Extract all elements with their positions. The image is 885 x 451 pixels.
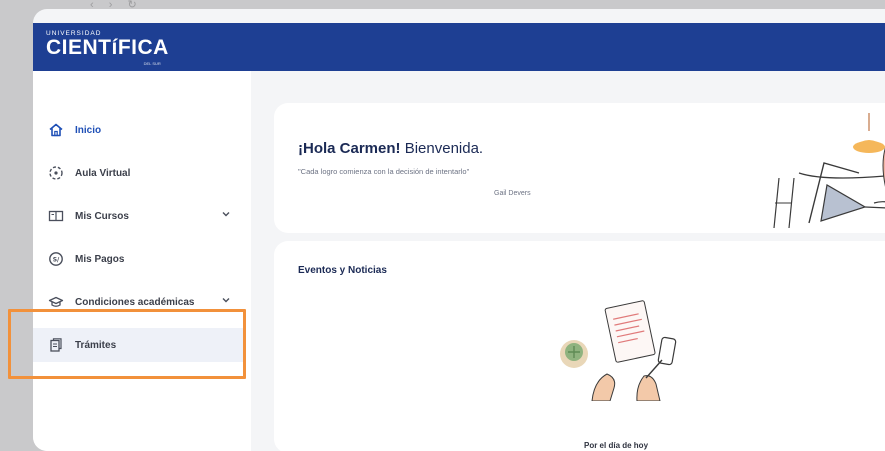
app-window: UNIVERSIDAD CIENTíFICA DEL SUR Inicio Au…	[33, 9, 885, 451]
quote-author: Gail Devers	[494, 190, 531, 197]
sidebar-item-label: Mis Pagos	[75, 253, 125, 265]
sidebar-item-mis-cursos[interactable]: Mis Cursos	[33, 199, 243, 233]
payment-icon: S/	[47, 250, 65, 268]
virtual-classroom-icon	[47, 164, 65, 182]
greeting-rest: Bienvenida.	[400, 140, 484, 157]
events-title: Eventos y Noticias	[298, 265, 387, 276]
welcome-card: ¡Hola Carmen! Bienvenida. "Cada logro co…	[274, 103, 885, 233]
logo-name: CIENTíFICA	[46, 36, 169, 59]
sidebar-item-label: Condiciones académicas	[75, 296, 195, 308]
person-laptop-illustration	[773, 113, 885, 229]
sidebar-item-label: Inicio	[75, 124, 102, 136]
chevron-down-icon[interactable]	[221, 210, 231, 221]
university-logo[interactable]: UNIVERSIDAD CIENTíFICA DEL SUR	[46, 30, 169, 66]
home-icon	[47, 121, 65, 139]
sidebar-item-inicio[interactable]: Inicio	[33, 113, 243, 147]
top-bar: UNIVERSIDAD CIENTíFICA DEL SUR	[33, 23, 885, 71]
logo-tag: DEL SUR	[143, 61, 161, 66]
tramites-highlight-box	[8, 309, 246, 379]
document-signing-illustration	[560, 300, 677, 401]
sidebar-item-label: Aula Virtual	[75, 167, 131, 179]
greeting-name: ¡Hola Carmen!	[298, 140, 401, 157]
welcome-quote: "Cada logro comienza con la decisión de …	[298, 167, 470, 176]
welcome-greeting: ¡Hola Carmen! Bienvenida.	[298, 140, 483, 157]
events-card: Eventos y Noticias Por el día de hoy	[274, 241, 885, 451]
sidebar-item-aula-virtual[interactable]: Aula Virtual	[33, 156, 243, 190]
sidebar-item-mis-pagos[interactable]: S/ Mis Pagos	[33, 242, 243, 276]
events-empty-caption: Por el día de hoy	[584, 441, 649, 450]
svg-text:S/: S/	[53, 256, 60, 263]
chevron-down-icon[interactable]	[221, 296, 231, 307]
sidebar-item-label: Mis Cursos	[75, 210, 129, 222]
book-icon	[47, 207, 65, 225]
sidebar: Inicio Aula Virtual Mis Cursos S/ Mis Pa…	[33, 71, 251, 451]
